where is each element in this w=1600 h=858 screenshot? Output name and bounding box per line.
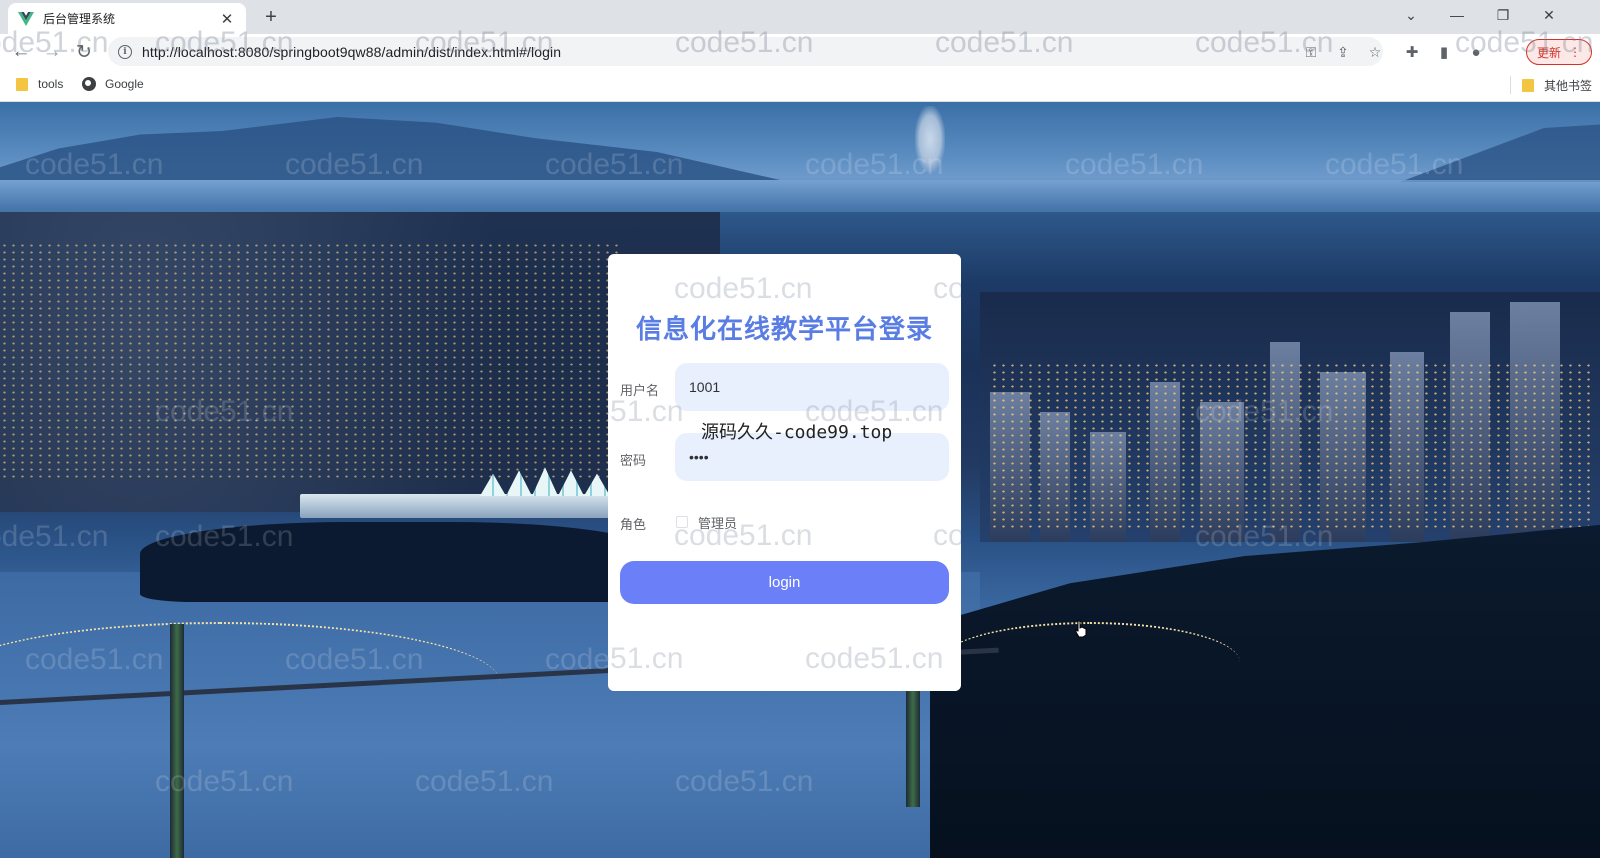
close-window-icon[interactable]: ✕ [1526, 0, 1572, 30]
reload-icon[interactable]: ↻ [70, 38, 98, 66]
other-bookmarks-label: 其他书签 [1544, 79, 1593, 93]
browser-toolbar: ← → ↻ i http://localhost:8080/springboot… [0, 34, 1600, 69]
watermark-text: code51.cn [608, 642, 684, 675]
close-tab-icon[interactable]: ✕ [218, 10, 236, 28]
distant-water [0, 180, 1600, 212]
watermark-text: code51.cn [608, 395, 684, 428]
share-icon[interactable]: ⇪ [1334, 43, 1352, 61]
browser-tab[interactable]: 后台管理系统 ✕ [8, 3, 246, 34]
folder-icon [1522, 79, 1534, 92]
address-bar[interactable]: i http://localhost:8080/springboot9qw88/… [108, 37, 1383, 66]
bookmark-label: Google [105, 77, 144, 91]
folder-icon [16, 77, 28, 91]
mountains [0, 117, 780, 180]
pier [300, 494, 620, 518]
browser-tab-strip: 后台管理系统 ✕ + ⌄ — ❐ ✕ [0, 0, 1600, 34]
profile-icon[interactable]: ● [1466, 42, 1486, 62]
role-label: 角色 [620, 517, 647, 532]
forward-icon[interactable]: → [38, 38, 66, 66]
menu-dots-icon: ⋮ [1569, 45, 1581, 59]
login-card: 信息化在线教学平台登录 用户名 密码 角色 管理员 login code51.c… [608, 254, 961, 691]
bookmarks-bar: tools Google 其他书签 [0, 69, 1600, 102]
hand-cursor-icon [1075, 620, 1087, 638]
watermark-text: code51.cn [805, 642, 944, 675]
side-panel-icon[interactable]: ▮ [1434, 42, 1454, 62]
password-label: 密码 [620, 453, 647, 468]
park-forest [140, 522, 660, 602]
bookmark-star-icon[interactable]: ☆ [1366, 43, 1384, 61]
bookmark-tools[interactable]: tools [16, 77, 63, 91]
username-input[interactable] [675, 363, 949, 411]
city-lights [990, 362, 1590, 532]
tab-search-icon[interactable]: ⌄ [1388, 0, 1434, 30]
bookmark-divider [1510, 76, 1511, 94]
globe-icon [82, 77, 96, 91]
city-lights [0, 242, 620, 482]
role-admin-radio[interactable] [676, 516, 688, 528]
bookmark-google[interactable]: Google [82, 77, 144, 91]
watermark-text: code51.cn [933, 272, 961, 305]
login-title: 信息化在线教学平台登录 [635, 314, 933, 344]
vue-logo-icon [18, 11, 34, 27]
watermark-text: code51.cn [933, 519, 961, 552]
role-admin-label[interactable]: 管理员 [698, 513, 737, 532]
url-text: http://localhost:8080/springboot9qw88/ad… [142, 43, 562, 60]
tab-title: 后台管理系统 [43, 12, 116, 26]
key-icon[interactable]: ⚿ [1302, 43, 1320, 61]
restore-icon[interactable]: ❐ [1480, 0, 1526, 30]
back-icon[interactable]: ← [7, 38, 35, 66]
bookmark-label: tools [38, 77, 64, 91]
minimize-icon[interactable]: — [1434, 0, 1480, 30]
update-label: 更新 [1536, 45, 1561, 60]
watermark-text: code51.cn [674, 519, 813, 552]
overlay-caption: 源码久久-code99.top [701, 422, 893, 443]
update-button[interactable]: 更新 ⋮ [1526, 39, 1592, 65]
bridge-tower [906, 687, 920, 807]
other-bookmarks[interactable]: 其他书签 [1522, 77, 1592, 94]
smoke-plume [915, 106, 945, 172]
bridge-cable [940, 622, 1240, 702]
login-button[interactable]: login [620, 561, 949, 604]
mountains [1400, 122, 1600, 182]
extensions-icon[interactable]: ✚ [1402, 42, 1422, 62]
watermark-text: code51.cn [674, 272, 813, 305]
new-tab-icon[interactable]: + [258, 4, 284, 30]
username-label: 用户名 [620, 383, 660, 398]
site-info-icon[interactable]: i [118, 44, 132, 59]
bridge-tower [170, 624, 184, 858]
